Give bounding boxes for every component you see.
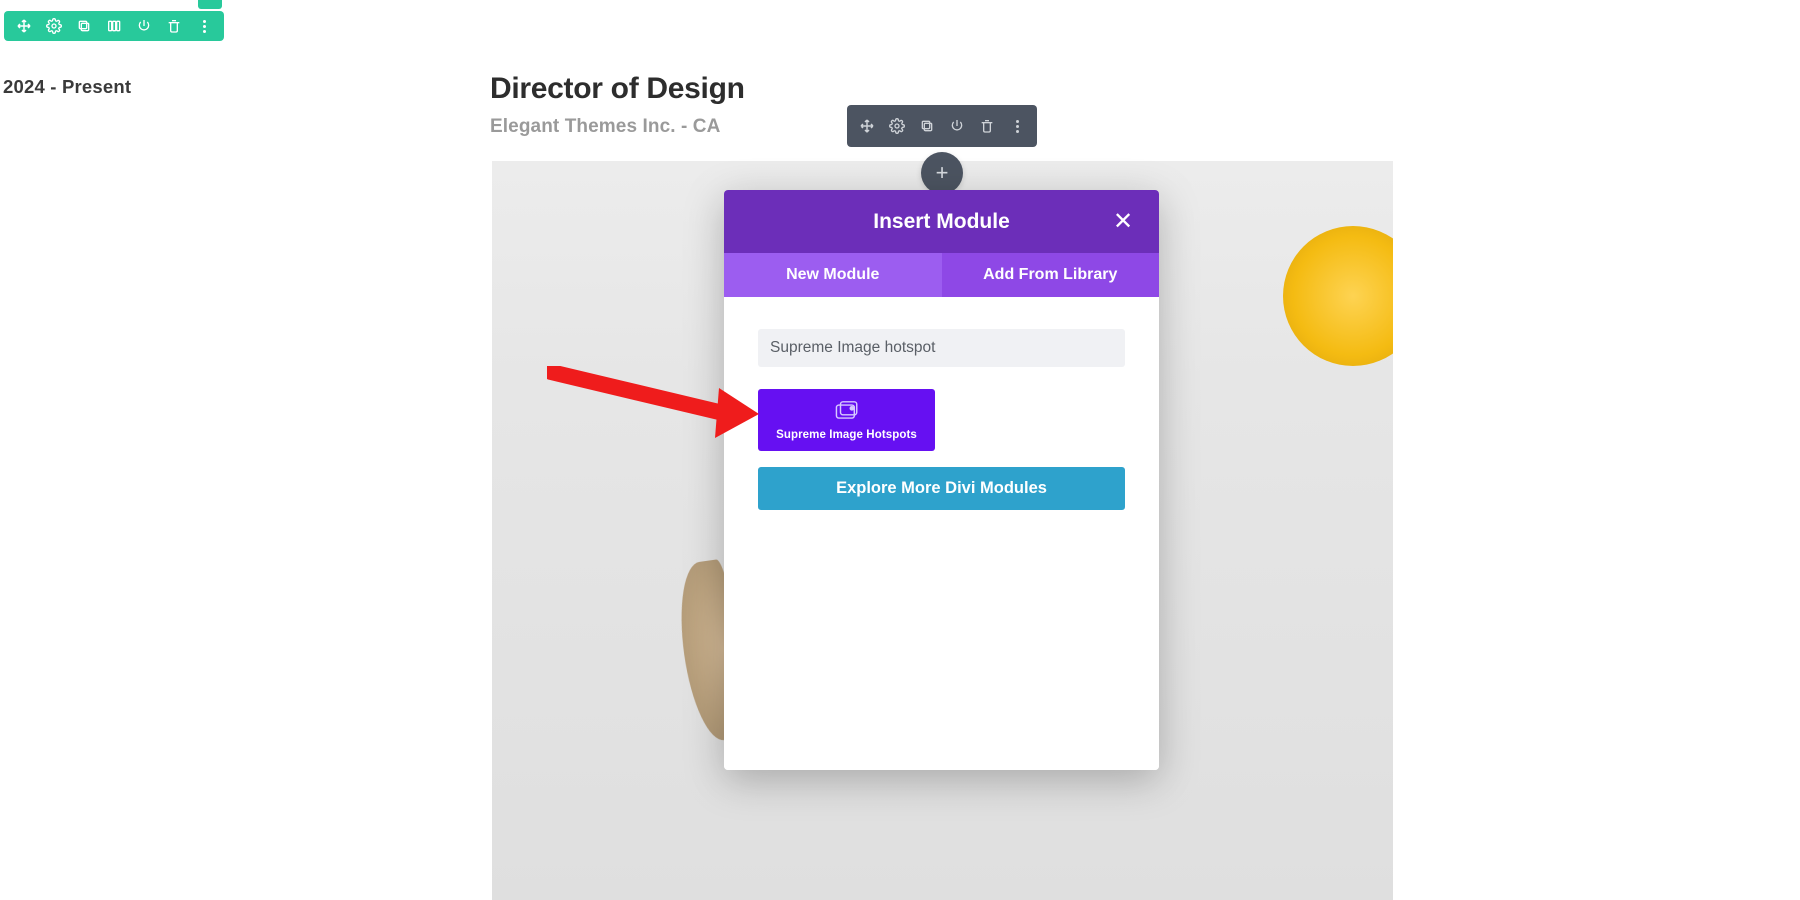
more-icon[interactable] bbox=[190, 11, 218, 41]
gear-icon[interactable] bbox=[883, 105, 911, 147]
module-card-supreme-image-hotspots[interactable]: Supreme Image Hotspots bbox=[758, 389, 935, 451]
module-search-input[interactable] bbox=[758, 329, 1125, 367]
modal-title: Insert Module bbox=[873, 210, 1010, 234]
more-icon[interactable] bbox=[1003, 105, 1031, 147]
trash-icon[interactable] bbox=[973, 105, 1001, 147]
module-card-label: Supreme Image Hotspots bbox=[776, 429, 917, 441]
section-toolbar bbox=[4, 11, 224, 41]
duplicate-icon[interactable] bbox=[913, 105, 941, 147]
modal-tabs: New Module Add From Library bbox=[724, 253, 1159, 297]
move-icon[interactable] bbox=[853, 105, 881, 147]
close-icon[interactable]: ✕ bbox=[1103, 190, 1143, 253]
explore-more-modules-button[interactable]: Explore More Divi Modules bbox=[758, 467, 1125, 510]
modal-header[interactable]: Insert Module ✕ bbox=[724, 190, 1159, 253]
columns-icon[interactable] bbox=[100, 11, 128, 41]
section-tab-handle[interactable] bbox=[198, 0, 222, 9]
image-hotspot-icon bbox=[834, 401, 860, 421]
duplicate-icon[interactable] bbox=[70, 11, 98, 41]
add-module-button[interactable]: + bbox=[921, 152, 963, 194]
trash-icon[interactable] bbox=[160, 11, 188, 41]
plus-icon: + bbox=[936, 160, 949, 186]
move-icon[interactable] bbox=[10, 11, 38, 41]
tab-new-module[interactable]: New Module bbox=[724, 253, 942, 297]
job-title: Director of Design bbox=[490, 72, 745, 106]
power-icon[interactable] bbox=[943, 105, 971, 147]
gear-icon[interactable] bbox=[40, 11, 68, 41]
date-range: 2024 - Present bbox=[3, 76, 131, 98]
modal-body: Supreme Image Hotspots Explore More Divi… bbox=[724, 297, 1159, 770]
explore-button-label: Explore More Divi Modules bbox=[836, 479, 1047, 498]
module-toolbar bbox=[847, 105, 1037, 147]
tab-add-from-library[interactable]: Add From Library bbox=[942, 253, 1160, 297]
power-icon[interactable] bbox=[130, 11, 158, 41]
insert-module-modal: Insert Module ✕ New Module Add From Libr… bbox=[724, 190, 1159, 770]
decorative-shape bbox=[1283, 226, 1393, 366]
company-line: Elegant Themes Inc. - CA bbox=[490, 116, 720, 138]
